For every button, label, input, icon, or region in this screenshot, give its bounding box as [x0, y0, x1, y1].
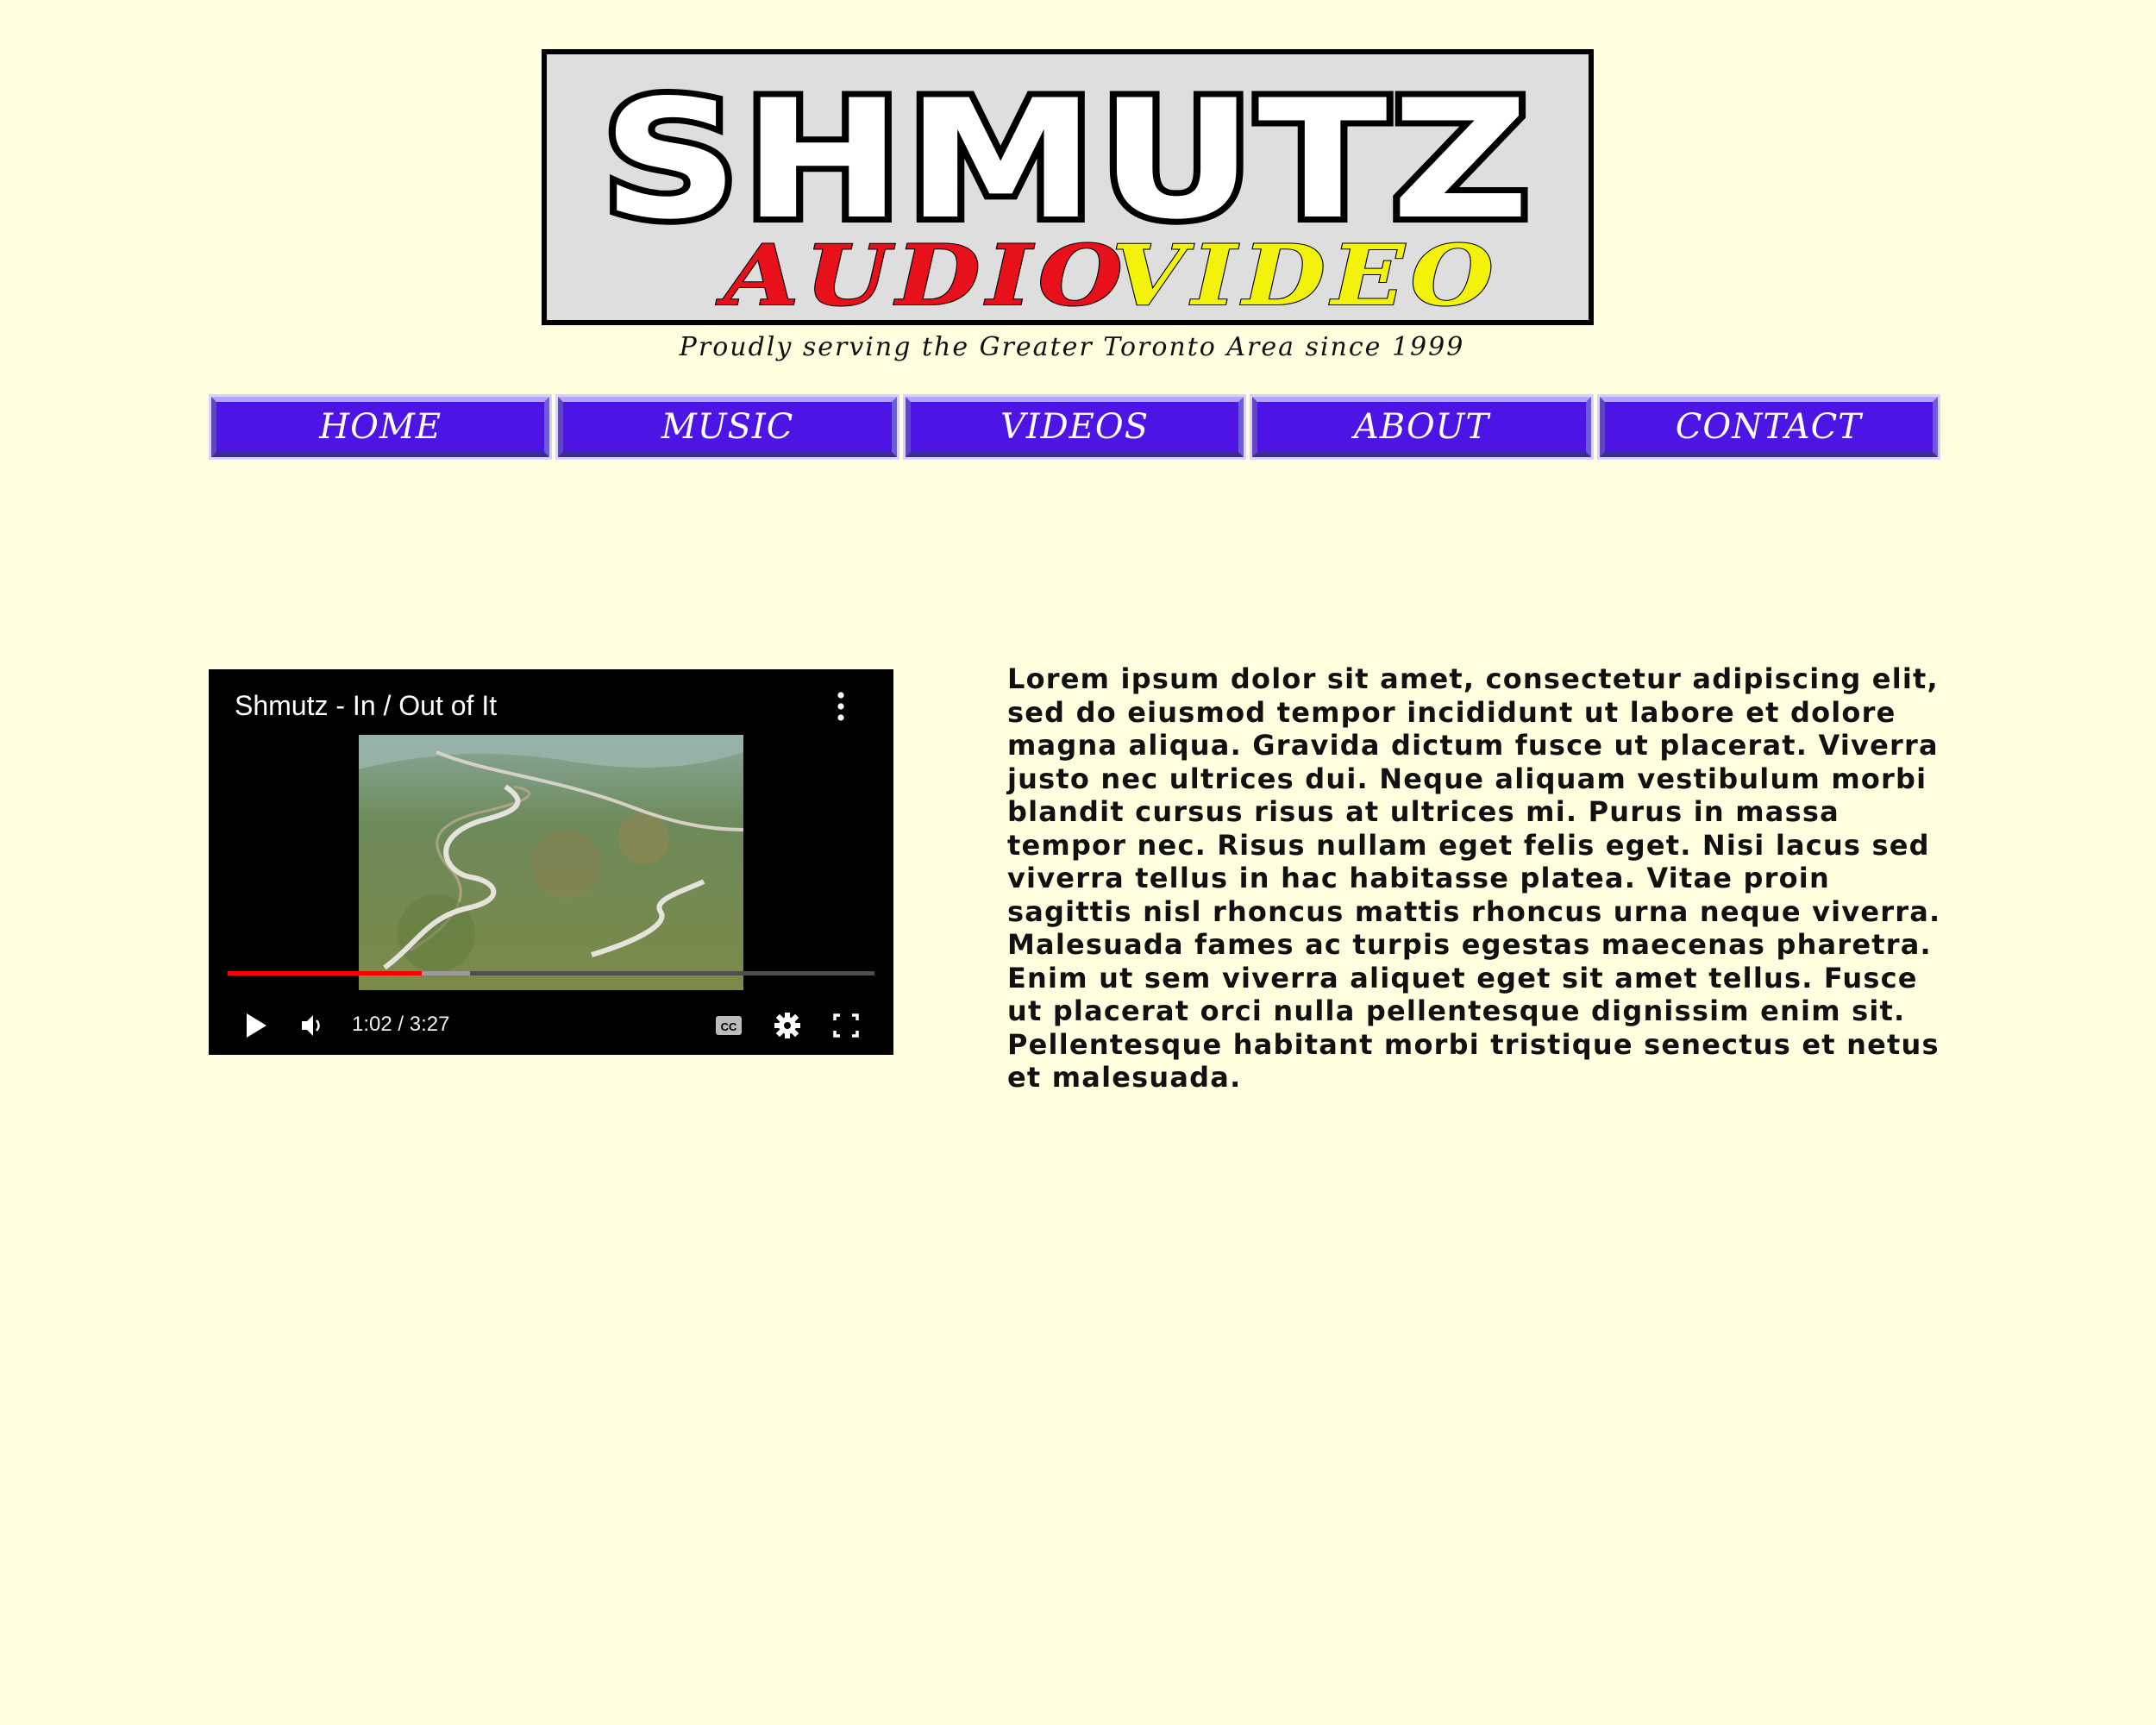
- main-nav: HOME MUSIC VIDEOS ABOUT CONTACT: [207, 394, 1942, 460]
- video-title[interactable]: Shmutz - In / Out of It: [235, 690, 497, 722]
- nav-label: HOME: [319, 407, 442, 447]
- volume-icon[interactable]: [300, 1008, 326, 1043]
- nav-label: VIDEOS: [1000, 407, 1150, 447]
- nav-label: CONTACT: [1675, 407, 1862, 447]
- progress-played: [228, 971, 422, 975]
- captions-icon[interactable]: CC: [714, 1008, 743, 1043]
- play-icon[interactable]: [243, 1008, 269, 1043]
- nav-label: ABOUT: [1353, 407, 1490, 447]
- video-time: 1:02 / 3:27: [352, 1013, 450, 1036]
- fullscreen-icon[interactable]: [831, 1008, 861, 1043]
- nav-item-contact[interactable]: CONTACT: [1596, 394, 1941, 460]
- site-logo[interactable]: SHMUTZ AUDIO VIDEO: [542, 49, 1594, 325]
- logo-audio-text: AUDIO: [716, 227, 1129, 320]
- nav-label: MUSIC: [661, 407, 794, 447]
- intro-paragraph: Lorem ipsum dolor sit amet, consectetur …: [1007, 662, 1941, 1094]
- settings-icon[interactable]: [773, 1008, 802, 1043]
- nav-item-music[interactable]: MUSIC: [555, 394, 899, 460]
- video-thumbnail[interactable]: [359, 735, 743, 990]
- progress-bar[interactable]: [228, 971, 874, 975]
- video-player[interactable]: Shmutz - In / Out of It 1:02 / 3:27 CC: [209, 669, 893, 1055]
- nav-item-videos[interactable]: VIDEOS: [902, 394, 1247, 460]
- logo-graphic: SHMUTZ AUDIO VIDEO: [596, 59, 1536, 320]
- logo-video-text: VIDEO: [1112, 227, 1500, 320]
- more-vert-icon[interactable]: [837, 692, 845, 721]
- nav-item-about[interactable]: ABOUT: [1250, 394, 1594, 460]
- svg-text:CC: CC: [721, 1020, 737, 1033]
- nav-item-home[interactable]: HOME: [209, 394, 553, 460]
- site-tagline: Proudly serving the Greater Toronto Area…: [679, 332, 1465, 362]
